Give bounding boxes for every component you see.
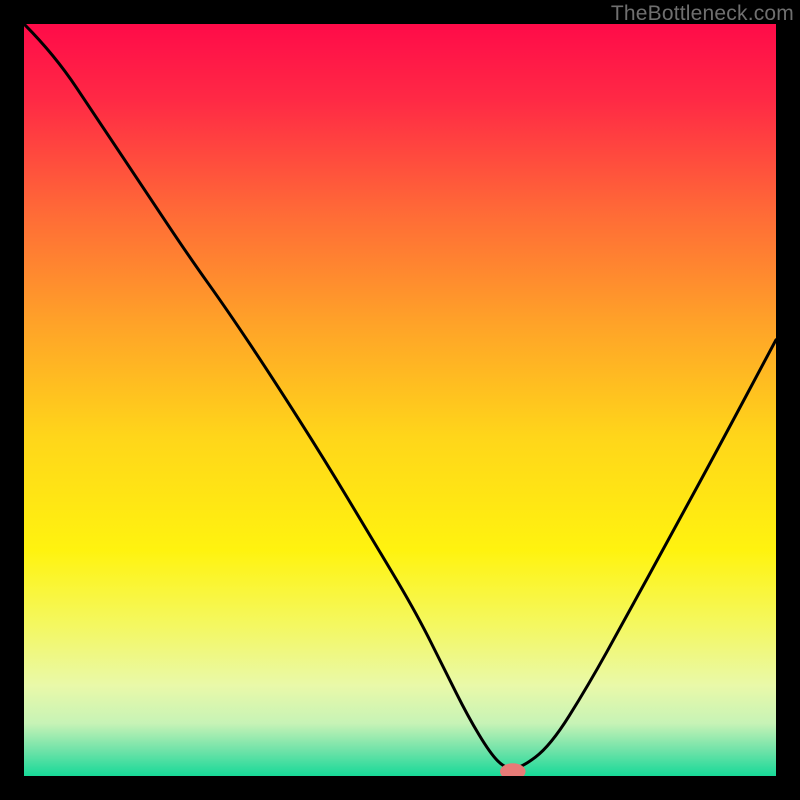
watermark-text: TheBottleneck.com bbox=[611, 2, 794, 26]
gradient-background bbox=[24, 24, 776, 776]
bottleneck-chart bbox=[24, 24, 776, 776]
chart-frame: TheBottleneck.com bbox=[0, 0, 800, 800]
plot-area bbox=[24, 24, 776, 776]
